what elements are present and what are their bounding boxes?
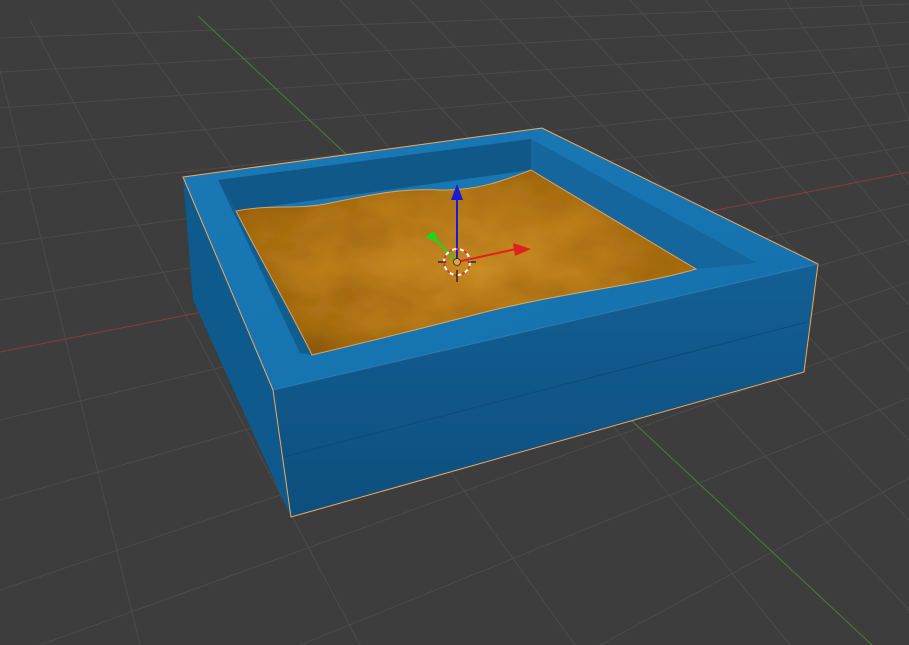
viewport-scene[interactable] [0, 0, 909, 645]
grid-line [599, 477, 909, 645]
3d-viewport[interactable] [0, 0, 909, 645]
grid-line [0, 69, 141, 645]
grid-line [784, 0, 909, 186]
grid-line [0, 43, 909, 109]
grid-line [859, 0, 909, 121]
grid-line [0, 3, 909, 39]
grid-line [704, 0, 909, 246]
